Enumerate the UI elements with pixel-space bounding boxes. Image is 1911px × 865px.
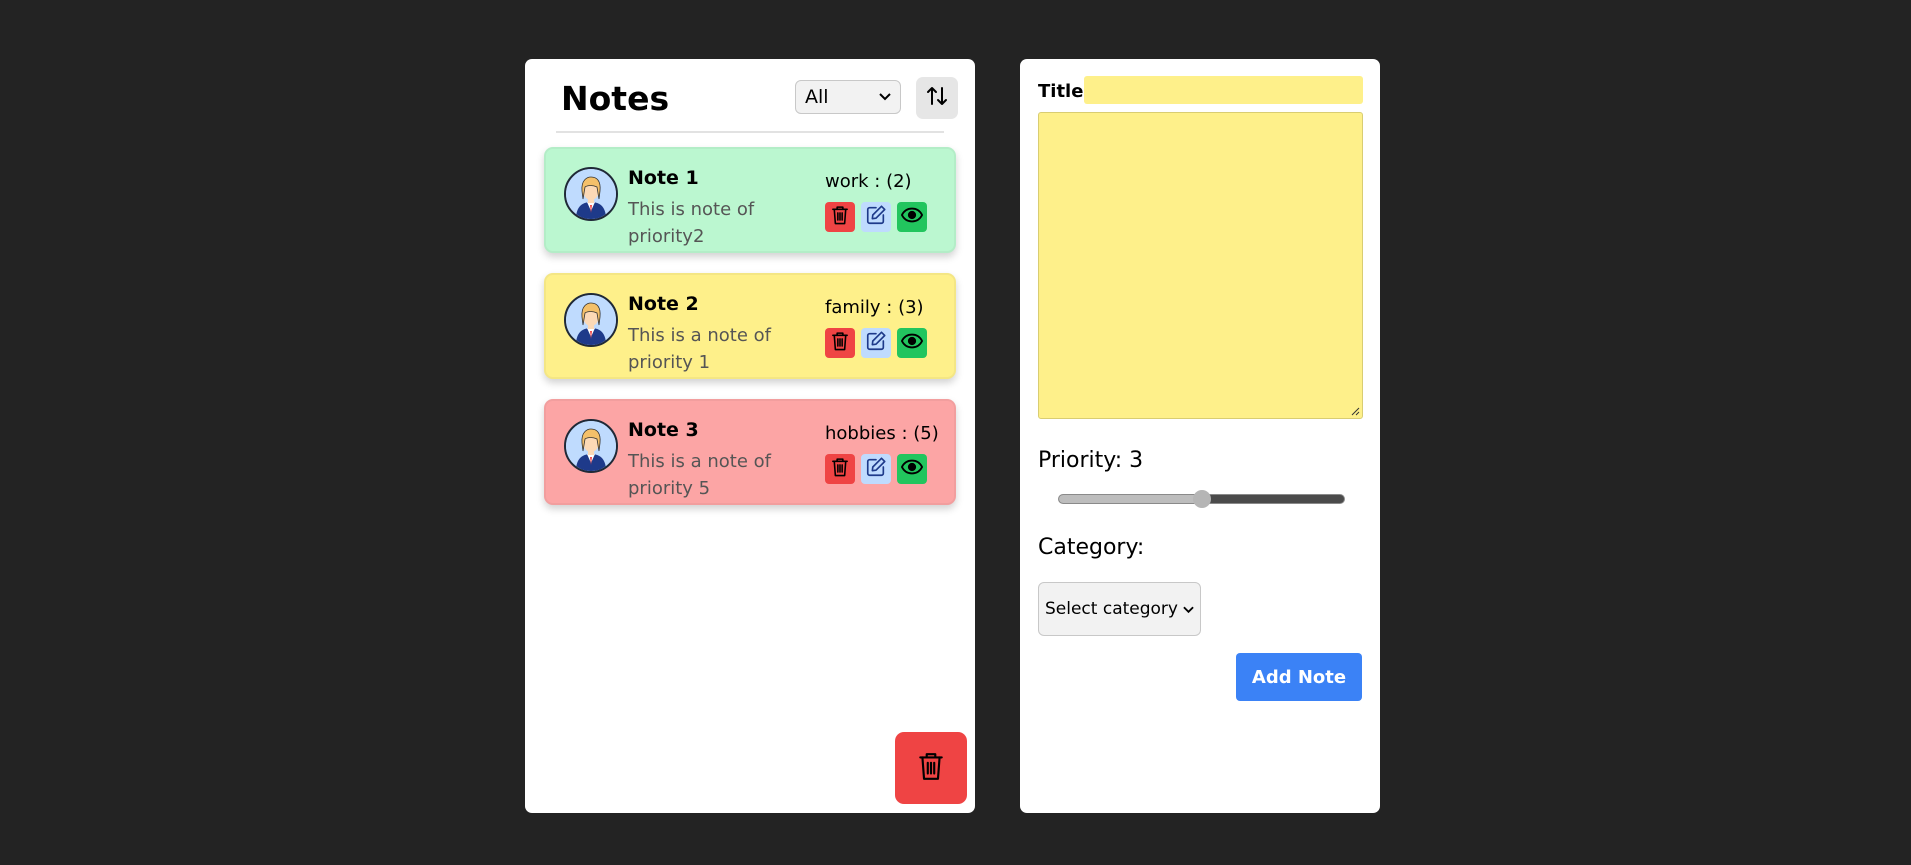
pencil-square-icon: [865, 204, 887, 230]
delete-note-button[interactable]: [825, 202, 855, 232]
eye-icon: [900, 459, 924, 479]
note-title: Note 3: [628, 419, 699, 441]
note-title: Note 1: [628, 167, 699, 189]
slider-thumb[interactable]: [1192, 490, 1211, 508]
title-input[interactable]: [1084, 76, 1363, 104]
filter-selected-value: All: [805, 86, 829, 108]
user-avatar-icon: [564, 419, 618, 473]
note-category: hobbies : (5): [825, 423, 939, 444]
chevron-down-icon: [1183, 599, 1194, 619]
note-description: This is note of priority2: [628, 199, 755, 247]
category-label: Category:: [1038, 535, 1145, 560]
title-label: Title:: [1038, 81, 1091, 102]
note-card[interactable]: Note 2 This is a note of priority 1 family…: [544, 273, 956, 379]
delete-all-button[interactable]: [895, 732, 967, 804]
slider-fill: [1059, 495, 1202, 503]
note-description: This is a note of priority 5: [628, 451, 771, 499]
view-note-button[interactable]: [897, 202, 927, 232]
edit-note-button[interactable]: [861, 202, 891, 232]
note-description: This is a note of priority 1: [628, 325, 771, 373]
category-select[interactable]: Select category: [1038, 582, 1201, 636]
note-title: Note 2: [628, 293, 699, 315]
pencil-square-icon: [865, 330, 887, 356]
add-note-button[interactable]: Add Note: [1236, 653, 1362, 701]
note-card[interactable]: Note 3 This is a note of priority 5 hobbie…: [544, 399, 956, 505]
trash-icon: [831, 457, 849, 481]
resize-handle-icon[interactable]: [1351, 407, 1360, 416]
trash-icon: [831, 205, 849, 229]
sort-button[interactable]: [916, 77, 958, 119]
note-card[interactable]: Note 1 This is note of priority2 work : (2…: [544, 147, 956, 253]
trash-icon: [918, 751, 944, 785]
user-avatar-icon: [564, 167, 618, 221]
note-body-textarea[interactable]: [1038, 112, 1363, 419]
edit-note-button[interactable]: [861, 454, 891, 484]
notes-panel: Notes All Note 1 This is note of priority…: [525, 59, 975, 813]
eye-icon: [900, 333, 924, 353]
priority-label: Priority: 3: [1038, 448, 1144, 473]
eye-icon: [900, 207, 924, 227]
delete-note-button[interactable]: [825, 454, 855, 484]
pencil-square-icon: [865, 456, 887, 482]
chevron-down-icon: [879, 89, 891, 105]
note-category: work : (2): [825, 171, 912, 192]
category-selected-value: Select category: [1045, 599, 1178, 619]
sort-arrows-icon: [925, 84, 949, 112]
view-note-button[interactable]: [897, 328, 927, 358]
view-note-button[interactable]: [897, 454, 927, 484]
user-avatar-icon: [564, 293, 618, 347]
page-title: Notes: [561, 79, 670, 118]
priority-slider[interactable]: [1058, 490, 1345, 508]
note-category: family : (3): [825, 297, 924, 318]
trash-icon: [831, 331, 849, 355]
edit-note-button[interactable]: [861, 328, 891, 358]
note-editor-panel: Title: Priority: 3 Category: Select cate…: [1020, 59, 1380, 813]
category-filter-select[interactable]: All: [795, 80, 901, 114]
header-divider: [556, 131, 944, 133]
delete-note-button[interactable]: [825, 328, 855, 358]
